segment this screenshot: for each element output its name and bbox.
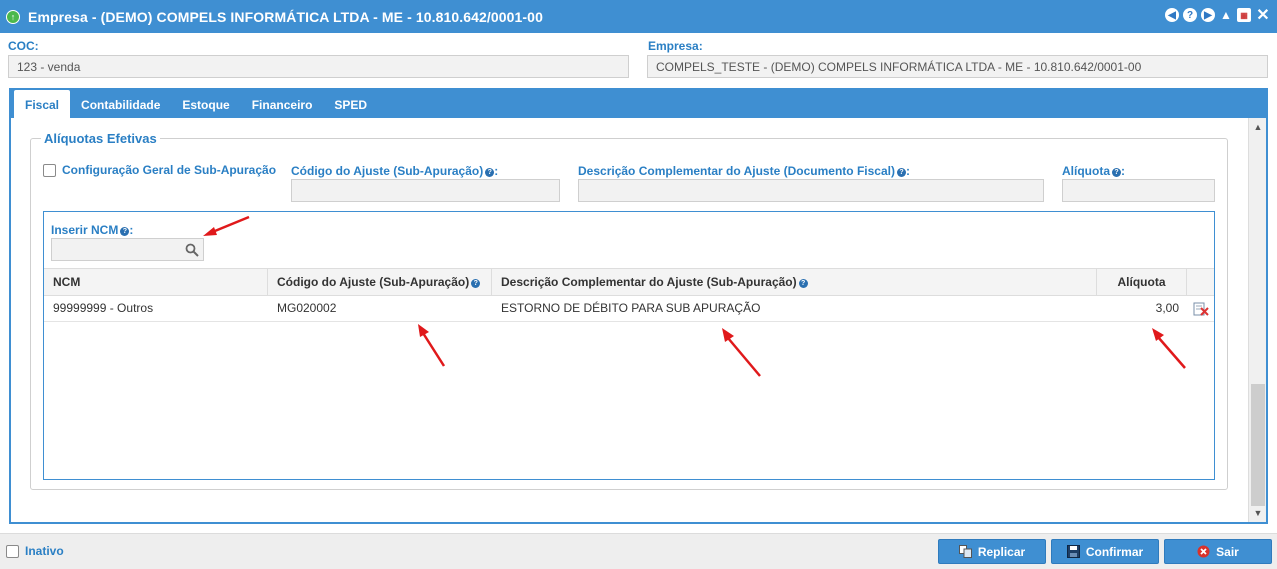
empresa-field[interactable]: COMPELS_TESTE - (DEMO) COMPELS INFORMÁTI… (647, 55, 1268, 78)
config-geral-group[interactable]: Configuração Geral de Sub-Apuração (43, 163, 276, 177)
tab-contabilidade[interactable]: Contabilidade (70, 92, 171, 118)
help-icon[interactable]: ? (798, 279, 808, 288)
confirmar-button[interactable]: Confirmar (1051, 539, 1159, 564)
col-ncm[interactable]: NCM (44, 269, 268, 295)
tab-bar: Fiscal Contabilidade Estoque Financeiro … (9, 88, 378, 118)
scroll-thumb[interactable] (1251, 384, 1265, 506)
annotation-arrow-ncm (203, 215, 250, 236)
coc-field[interactable]: 123 - venda (8, 55, 629, 78)
col-actions (1187, 269, 1214, 295)
config-geral-label: Configuração Geral de Sub-Apuração (62, 163, 277, 177)
inativo-checkbox[interactable] (6, 544, 19, 558)
help-icon[interactable]: ? (896, 168, 906, 177)
aliquota-field[interactable] (1062, 179, 1215, 202)
cell-descricao: ESTORNO DE DÉBITO PARA SUB APURAÇÃO (501, 301, 761, 315)
delete-row-icon[interactable] (1187, 296, 1214, 321)
fiscal-panel: Alíquotas Efetivas Configuração Geral de… (11, 118, 1266, 522)
scroll-down-icon[interactable]: ▼ (1249, 506, 1267, 520)
inativo-label: Inativo (25, 544, 64, 558)
col-codigo-ajuste[interactable]: Código do Ajuste (Sub-Apuração)? (268, 269, 492, 295)
inativo-group[interactable]: Inativo (6, 544, 64, 558)
descricao-complementar-field[interactable] (578, 179, 1044, 202)
scroll-up-icon[interactable]: ▲ (1249, 120, 1267, 134)
tab-financeiro[interactable]: Financeiro (241, 92, 324, 118)
help-icon[interactable]: ? (120, 227, 130, 236)
annotation-arrow-descricao (722, 328, 761, 377)
tab-estoque[interactable]: Estoque (171, 92, 240, 118)
save-icon (1066, 545, 1080, 558)
calendar-icon[interactable]: ▦ (1237, 8, 1251, 22)
replicate-icon (958, 545, 972, 558)
sair-button[interactable]: Sair (1164, 539, 1272, 564)
tab-container: Fiscal Contabilidade Estoque Financeiro … (9, 88, 1268, 524)
inserir-ncm-label: Inserir NCM?: (51, 223, 134, 237)
codigo-ajuste-field[interactable] (291, 179, 560, 202)
coc-label: COC: (8, 39, 39, 53)
bell-icon[interactable]: ▲ (1219, 8, 1233, 22)
cell-ncm: 99999999 - Outros (53, 301, 154, 315)
help-icon[interactable]: ? (471, 279, 481, 288)
help-icon[interactable]: ? (1112, 168, 1121, 177)
table-row[interactable]: 99999999 - Outros MG020002 ESTORNO DE DÉ… (44, 296, 1214, 322)
annotation-arrow-aliquota (1152, 328, 1186, 369)
ncm-grid-header: NCM Código do Ajuste (Sub-Apuração)? Des… (44, 268, 1214, 296)
col-descricao[interactable]: Descrição Complementar do Ajuste (Sub-Ap… (492, 269, 1097, 295)
config-geral-checkbox[interactable] (43, 163, 56, 177)
footer-bar: Inativo Replicar Confirmar Sair (0, 533, 1277, 569)
close-icon[interactable]: ✕ (1255, 7, 1271, 24)
window-title: Empresa - (DEMO) COMPELS INFORMÁTICA LTD… (28, 8, 543, 25)
codigo-ajuste-label: Código do Ajuste (Sub-Apuração)?: (291, 164, 499, 178)
cell-codigo: MG020002 (277, 301, 337, 315)
annotation-arrow-codigo (418, 324, 446, 367)
help-icon[interactable]: ? (485, 168, 495, 177)
play-icon[interactable]: ▶ (1201, 8, 1215, 22)
tab-fiscal[interactable]: Fiscal (14, 90, 71, 118)
tab-sped[interactable]: SPED (323, 92, 378, 118)
arrow-left-icon[interactable]: ◀ (1165, 8, 1179, 22)
titlebar-tools: ◀ ? ▶ ▲ ▦ ✕ (1165, 7, 1271, 24)
panel-scrollbar[interactable]: ▲ ▼ (1248, 118, 1266, 522)
replicar-button[interactable]: Replicar (938, 539, 1046, 564)
ncm-box: Inserir NCM?: NCM Código do Ajuste (Sub-… (43, 211, 1215, 480)
empresa-label: Empresa: (648, 39, 703, 53)
aliquota-label: Alíquota?: (1062, 164, 1125, 178)
descricao-complementar-label: Descrição Complementar do Ajuste (Docume… (578, 164, 910, 178)
cell-aliquota: 3,00 (1155, 301, 1179, 315)
window-titlebar: ↑ Empresa - (DEMO) COMPELS INFORMÁTICA L… (0, 0, 1277, 33)
app-icon: ↑ (6, 9, 20, 24)
exit-icon (1197, 545, 1210, 558)
search-icon[interactable] (180, 238, 204, 261)
help-icon[interactable]: ? (1183, 8, 1197, 22)
aliquotas-legend: Alíquotas Efetivas (41, 131, 160, 146)
col-aliquota[interactable]: Alíquota (1097, 269, 1187, 295)
